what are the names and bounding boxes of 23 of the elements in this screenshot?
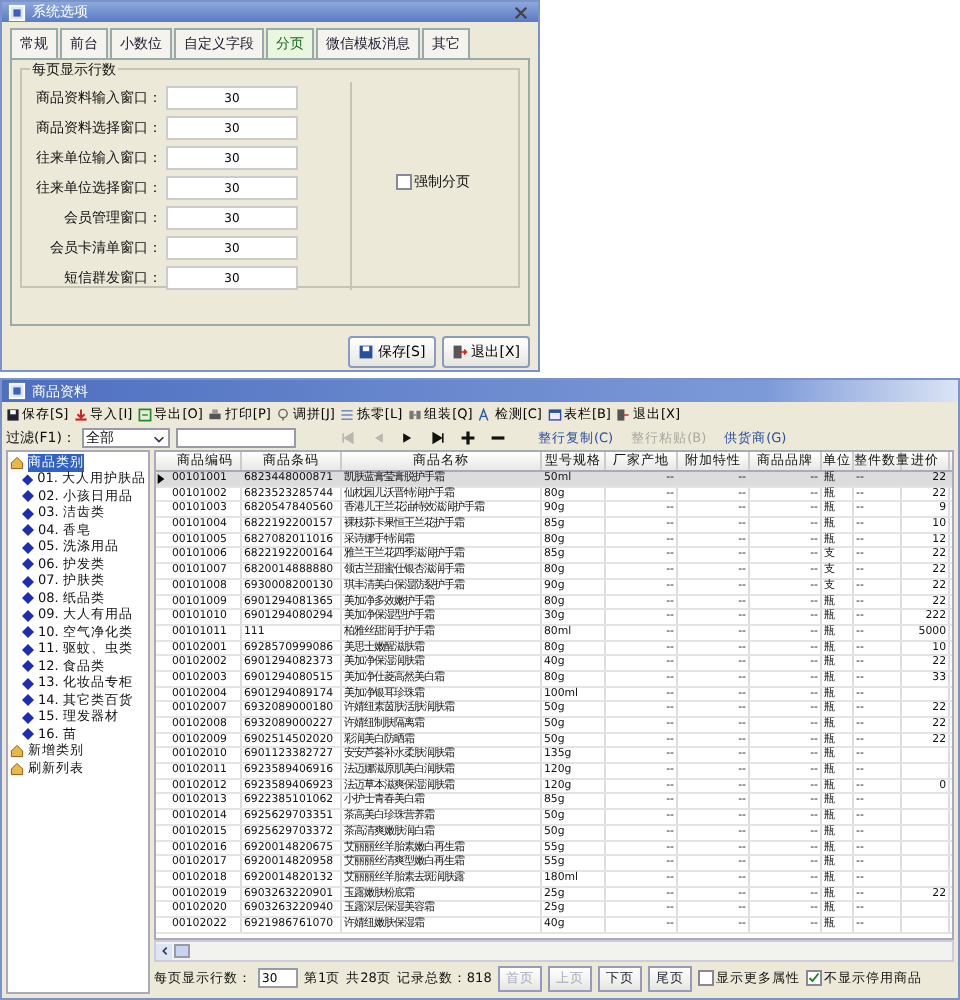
horizontal-scrollbar[interactable]	[154, 940, 954, 962]
exit-icon	[451, 344, 468, 360]
add-record-button[interactable]	[457, 428, 480, 448]
window-icon	[8, 3, 26, 21]
window-icon	[8, 382, 26, 400]
import-icon	[74, 407, 89, 421]
scroll-left-icon[interactable]	[156, 943, 172, 959]
save-icon	[6, 407, 20, 421]
checkmark-icon	[807, 972, 820, 984]
exit-icon	[616, 407, 631, 421]
last-record-button[interactable]	[427, 428, 450, 448]
remove-icon	[490, 430, 507, 446]
dropdown-caret-icon	[151, 431, 166, 445]
add-icon	[460, 430, 477, 446]
first-icon	[340, 430, 357, 446]
scroll-thumb[interactable]	[174, 944, 190, 958]
prev-icon	[370, 430, 387, 446]
last-icon	[430, 430, 447, 446]
filter-input[interactable]	[175, 428, 296, 448]
print-icon	[208, 407, 223, 421]
save-icon	[357, 344, 374, 360]
close-icon	[513, 5, 527, 19]
row-pointer-icon	[156, 473, 166, 484]
